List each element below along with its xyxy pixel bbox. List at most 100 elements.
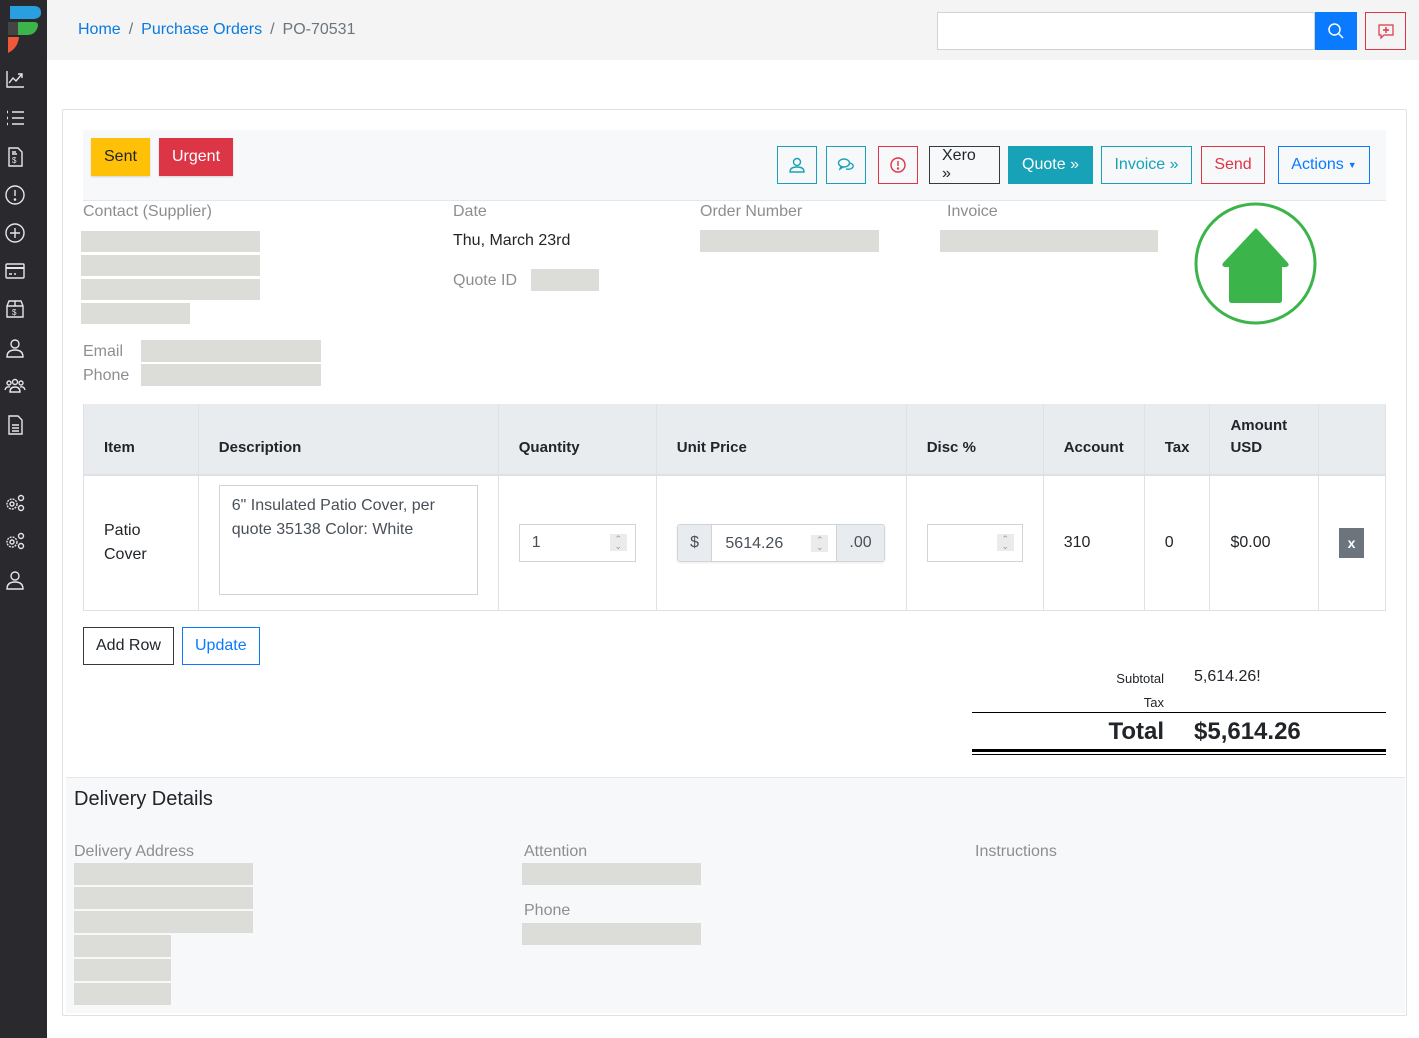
redacted-quote-id xyxy=(531,269,599,291)
quote-button[interactable]: Quote » xyxy=(1008,146,1093,184)
table-header-row: Item Description Quantity Unit Price Dis… xyxy=(83,404,1386,476)
invoice-button[interactable]: Invoice » xyxy=(1101,146,1192,184)
line-items-table: Item Description Quantity Unit Price Dis… xyxy=(83,404,1386,611)
spinner-icon[interactable]: ⌃ ⌄ xyxy=(996,534,1014,552)
caret-down-icon: ▼ xyxy=(1347,160,1357,170)
alert-icon xyxy=(890,157,906,173)
header-amount: Amount USD xyxy=(1209,404,1320,476)
total-double-rule xyxy=(972,749,1386,752)
comments-button[interactable] xyxy=(826,146,866,184)
invoice-icon[interactable]: $ xyxy=(4,146,26,168)
header-quantity: Quantity xyxy=(497,404,657,476)
quantity-cell: 1 ⌃ ⌄ xyxy=(497,474,657,611)
tax-cell: 0 xyxy=(1143,474,1211,611)
table-row: Patio Cover 6" Insulated Patio Cover, pe… xyxy=(83,474,1386,611)
description-input[interactable]: 6" Insulated Patio Cover, per quote 3513… xyxy=(218,485,478,596)
header-description: Description xyxy=(197,404,499,476)
breadcrumb-home[interactable]: Home xyxy=(78,21,121,39)
purchase-order-card: Sent Urgent Xero » Quote » Invoice » Sen… xyxy=(62,109,1407,1016)
redacted-address-line xyxy=(74,863,253,885)
quantity-stepper[interactable]: 1 ⌃ ⌄ xyxy=(518,523,636,562)
actions-dropdown[interactable]: Actions ▼ xyxy=(1278,146,1370,184)
spinner-icon[interactable]: ⌃ ⌄ xyxy=(811,535,829,553)
total-label: Total xyxy=(1108,718,1164,745)
redacted-contact-line xyxy=(81,279,260,300)
box-dollar-icon[interactable]: $ xyxy=(4,298,26,320)
app-logo[interactable] xyxy=(4,4,42,54)
redacted-invoice xyxy=(940,230,1158,252)
redacted-contact-line xyxy=(81,255,260,276)
update-button[interactable]: Update xyxy=(182,627,260,665)
header-item: Item xyxy=(83,404,199,476)
discount-input[interactable]: ⌃ ⌄ xyxy=(926,523,1023,562)
chart-trend-icon[interactable] xyxy=(4,68,26,90)
search-input[interactable] xyxy=(937,12,1315,50)
redacted-phone xyxy=(141,364,321,386)
redacted-address-line xyxy=(74,911,253,933)
xero-button[interactable]: Xero » xyxy=(929,146,1000,184)
item-cell: Patio Cover xyxy=(83,474,199,611)
search-icon xyxy=(1328,23,1344,39)
redacted-attention xyxy=(522,863,701,885)
redacted-address-line xyxy=(74,887,253,909)
credit-card-icon[interactable] xyxy=(4,260,26,282)
amount-cell: $0.00 xyxy=(1209,474,1320,611)
redacted-address-line xyxy=(74,983,171,1005)
list-icon[interactable] xyxy=(4,107,26,129)
account-cell: 310 xyxy=(1042,474,1145,611)
delivery-address-label: Delivery Address xyxy=(74,843,195,860)
feedback-button[interactable] xyxy=(1365,12,1406,50)
invoice-label: Invoice xyxy=(947,203,998,220)
user-icon[interactable] xyxy=(4,569,26,591)
settings-gears-icon[interactable] xyxy=(4,530,26,552)
total-value: $5,614.26 xyxy=(1194,718,1301,745)
alert-button[interactable] xyxy=(878,146,918,184)
remove-cell: x xyxy=(1318,474,1386,611)
send-button[interactable]: Send xyxy=(1201,146,1265,184)
spinner-icon[interactable]: ⌃ ⌄ xyxy=(609,534,627,552)
header-actions xyxy=(1318,404,1386,476)
quantity-value: 1 xyxy=(531,533,541,551)
breadcrumb-separator: / xyxy=(270,21,275,38)
delivery-phone-label: Phone xyxy=(524,902,571,919)
user-icon[interactable] xyxy=(4,337,26,359)
subtotal-label: Subtotal xyxy=(1116,671,1164,686)
breadcrumb-current: PO-70531 xyxy=(282,21,356,38)
svg-text:$: $ xyxy=(12,308,17,317)
add-row-button[interactable]: Add Row xyxy=(83,627,174,665)
document-icon[interactable] xyxy=(4,414,26,436)
add-comment-icon xyxy=(1377,24,1394,40)
email-label: Email xyxy=(83,343,124,360)
redacted-contact-line xyxy=(81,303,190,324)
header-unit-price: Unit Price xyxy=(655,404,907,476)
home-icon xyxy=(1194,202,1317,325)
instructions-label: Instructions xyxy=(975,843,1057,860)
redacted-delivery-phone xyxy=(522,923,701,945)
breadcrumb-purchase-orders[interactable]: Purchase Orders xyxy=(141,21,262,39)
alert-icon[interactable] xyxy=(4,184,26,206)
status-urgent-badge[interactable]: Urgent xyxy=(159,138,234,176)
description-cell: 6" Insulated Patio Cover, per quote 3513… xyxy=(197,474,499,611)
unit-price-cell: $ 5614.26 ⌃ ⌄ .00 xyxy=(655,474,907,611)
tax-label: Tax xyxy=(1143,695,1164,710)
settings-gears-icon[interactable] xyxy=(4,492,26,514)
top-bar: Home / Purchase Orders / PO-70531 xyxy=(47,0,1419,60)
redacted-order-number xyxy=(700,230,879,252)
unit-price-input[interactable]: 5614.26 ⌃ ⌄ xyxy=(712,524,837,561)
total-double-rule xyxy=(972,754,1386,755)
status-sent-badge[interactable]: Sent xyxy=(91,138,150,176)
discount-cell: ⌃ ⌄ xyxy=(905,474,1044,611)
redacted-address-line xyxy=(74,935,171,957)
currency-addon: $ xyxy=(677,524,713,561)
contact-button[interactable] xyxy=(777,146,817,184)
search-button[interactable] xyxy=(1315,12,1357,50)
redacted-email xyxy=(141,340,321,362)
users-icon[interactable] xyxy=(4,375,26,397)
svg-text:$: $ xyxy=(12,156,17,165)
date-label: Date xyxy=(453,203,487,220)
add-circle-icon[interactable] xyxy=(4,222,26,244)
po-toolbar: Sent Urgent Xero » Quote » Invoice » Sen… xyxy=(83,130,1386,201)
contact-label: Contact (Supplier) xyxy=(83,203,212,220)
remove-row-button[interactable]: x xyxy=(1339,527,1365,558)
actions-label: Actions xyxy=(1291,156,1344,173)
